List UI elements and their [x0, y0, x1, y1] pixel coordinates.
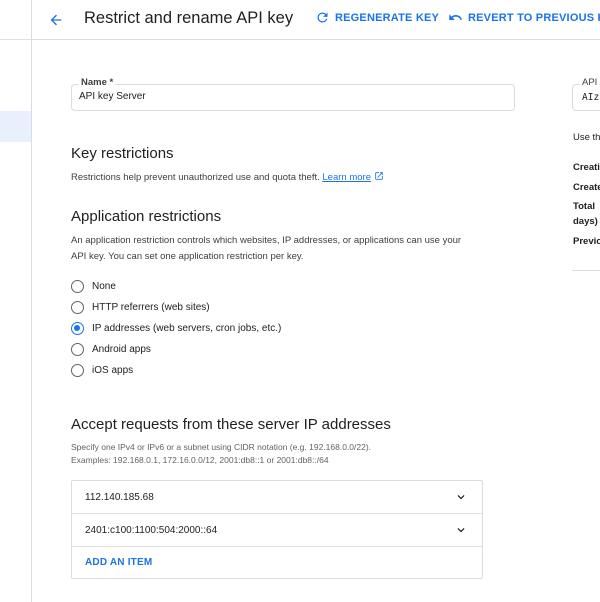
radio-label: iOS apps	[92, 365, 134, 376]
radio-label: None	[92, 281, 116, 292]
creation-date-label: Creati	[573, 162, 600, 173]
page-header: Restrict and rename API key REGENERATE K…	[32, 0, 600, 40]
chevron-down-icon[interactable]	[454, 490, 468, 504]
radio-label: IP addresses (web servers, cron jobs, et…	[92, 323, 282, 334]
ip-hint-line-1: Specify one IPv4 or IPv6 or a subnet usi…	[71, 442, 372, 452]
ip-hint-line-2: Examples: 192.168.0.1, 172.16.0.0/12, 20…	[71, 455, 329, 465]
nav-item-selected[interactable]	[0, 111, 31, 142]
undo-icon	[449, 14, 463, 20]
nav-divider	[0, 39, 31, 40]
regenerate-key-button[interactable]: REGENERATE KEY	[315, 10, 439, 25]
total-usage-label: Total	[573, 201, 595, 212]
ip-item-value: 112.140.185.68	[85, 491, 154, 503]
ip-item-row[interactable]: 112.140.185.68	[72, 481, 482, 514]
ip-item-row[interactable]: 2401:c100:1100:504:2000::64	[72, 514, 482, 547]
api-key-value[interactable]: AIz	[582, 92, 599, 103]
name-field-label: Name *	[79, 77, 116, 88]
chevron-down-icon[interactable]	[454, 523, 468, 537]
radio-label: HTTP referrers (web sites)	[92, 302, 210, 313]
back-button[interactable]	[44, 8, 68, 32]
learn-more-link[interactable]: Learn more	[322, 172, 371, 183]
radio-button[interactable]	[71, 280, 84, 293]
ip-section-heading: Accept requests from these server IP add…	[71, 416, 391, 433]
application-restrictions-heading: Application restrictions	[71, 208, 222, 225]
radio-option-ios-apps[interactable]: iOS apps	[71, 364, 133, 377]
api-key-field-label: API	[580, 77, 600, 88]
page-title: Restrict and rename API key	[84, 9, 294, 27]
radio-option-none[interactable]: None	[71, 280, 116, 293]
key-restrictions-text: Restrictions help prevent unauthorized u…	[71, 172, 320, 183]
refresh-icon	[317, 12, 328, 23]
radio-option-ip-addresses[interactable]: IP addresses (web servers, cron jobs, et…	[71, 322, 281, 335]
arrow-back-icon	[50, 14, 62, 26]
key-restrictions-description: Restrictions help prevent unauthorized u…	[71, 170, 384, 185]
created-by-label: Create	[573, 182, 600, 193]
open-in-new-icon	[374, 172, 383, 180]
use-key-text: Use th	[573, 132, 600, 143]
left-navigation-rail	[0, 0, 32, 602]
api-key-field: API AIz	[572, 77, 600, 111]
regenerate-key-label: REGENERATE KEY	[335, 11, 440, 24]
panel-divider	[572, 270, 600, 271]
radio-button[interactable]	[71, 364, 84, 377]
radio-label: Android apps	[92, 344, 151, 355]
application-restrictions-description-1: An application restriction controls whic…	[71, 235, 462, 246]
total-usage-label-days: days)	[573, 216, 598, 227]
application-restrictions-description-2: API key. You can set one application res…	[71, 251, 304, 262]
ip-address-list: 112.140.185.68 2401:c100:1100:504:2000::…	[71, 480, 483, 579]
name-input[interactable]	[79, 91, 499, 102]
radio-option-android-apps[interactable]: Android apps	[71, 343, 151, 356]
key-restrictions-heading: Key restrictions	[71, 145, 174, 162]
radio-button[interactable]	[71, 343, 84, 356]
previous-key-label: Previo	[573, 236, 600, 247]
radio-button-selected[interactable]	[71, 322, 84, 335]
ip-item-value: 2401:c100:1100:504:2000::64	[85, 524, 218, 536]
name-field: Name *	[71, 77, 515, 111]
radio-button[interactable]	[71, 301, 84, 314]
radio-option-http-referrers[interactable]: HTTP referrers (web sites)	[71, 301, 210, 314]
right-info-panel: API AIz Use th Creati Create Total days)…	[572, 0, 600, 602]
add-item-button[interactable]: ADD AN ITEM	[85, 557, 152, 568]
